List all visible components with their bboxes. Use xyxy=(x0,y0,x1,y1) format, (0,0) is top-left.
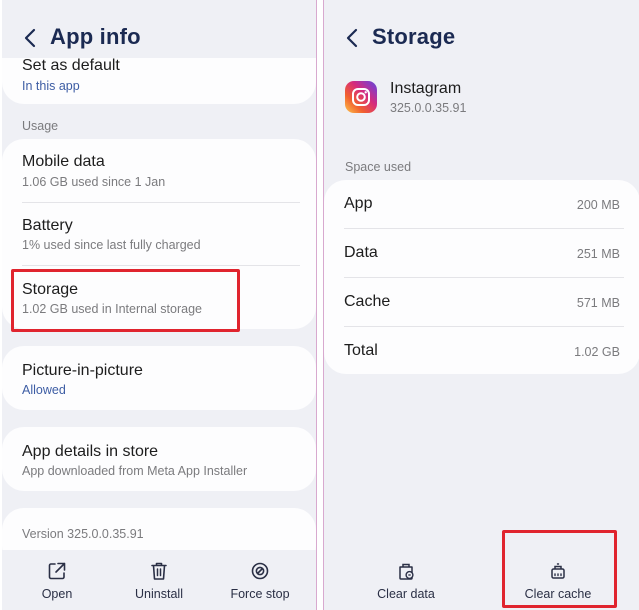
page-title-overlay: App info xyxy=(50,24,141,49)
pip-sub: Allowed xyxy=(22,383,66,397)
open-button[interactable]: Open xyxy=(17,560,97,601)
uninstall-label: Uninstall xyxy=(135,587,183,601)
clear-data-icon xyxy=(399,563,414,580)
storage-screen: Storage Instagram 325.0.0.35.91 Space us… xyxy=(323,0,639,610)
usage-section-label: Usage xyxy=(22,119,59,133)
app-size-row: App 200 MB xyxy=(324,180,639,228)
battery-title: Battery xyxy=(22,217,73,234)
app-info-screen: App info Set as default In this app App … xyxy=(2,0,317,610)
app-details-sub: App downloaded from Meta App Installer xyxy=(22,464,248,478)
clear-data-button[interactable]: Clear data xyxy=(366,560,446,601)
cache-size-label: Cache xyxy=(344,293,391,310)
space-used-card: App 200 MB Data 251 MB Cache 571 MB Tota… xyxy=(324,180,639,374)
force-stop-button[interactable]: Force stop xyxy=(220,560,300,601)
app-version: 325.0.0.35.91 xyxy=(390,101,467,115)
trash-icon xyxy=(151,562,167,580)
back-arrow-icon[interactable] xyxy=(342,26,364,50)
mobile-data-row[interactable]: Mobile data 1.06 GB used since 1 Jan xyxy=(2,139,316,202)
instagram-app-icon xyxy=(345,81,377,113)
set-default-sub: In this app xyxy=(22,79,80,93)
clear-cache-highlight-box xyxy=(502,530,617,608)
pip-title: Picture-in-picture xyxy=(22,362,143,379)
instagram-glyph-icon xyxy=(352,88,370,106)
pip-card[interactable]: Picture-in-picture Allowed xyxy=(2,346,316,410)
page-title: Storage xyxy=(372,24,456,49)
back-arrow-icon-overlay xyxy=(24,28,36,48)
storage-highlight-box xyxy=(11,269,240,332)
version-text: Version 325.0.0.35.91 xyxy=(22,527,144,541)
app-details-card[interactable]: App details in store App downloaded from… xyxy=(2,427,316,491)
total-size-value: 1.02 GB xyxy=(574,345,620,359)
stop-circle-icon xyxy=(251,562,269,580)
total-size-label: Total xyxy=(344,342,378,359)
app-size-label: App xyxy=(344,195,373,212)
app-details-title: App details in store xyxy=(22,443,159,460)
uninstall-button[interactable]: Uninstall xyxy=(119,560,199,601)
open-external-icon xyxy=(48,562,66,580)
battery-row[interactable]: Battery 1% used since last fully charged xyxy=(2,202,316,265)
set-default-title: Set as default xyxy=(22,57,120,74)
battery-sub: 1% used since last fully charged xyxy=(22,238,201,252)
total-size-row: Total 1.02 GB xyxy=(324,326,639,374)
cache-size-value: 571 MB xyxy=(576,296,620,310)
storage-header: Storage xyxy=(324,0,639,76)
mobile-data-title: Mobile data xyxy=(22,153,105,170)
cache-size-row: Cache 571 MB xyxy=(324,277,639,326)
force-stop-label: Force stop xyxy=(230,587,290,601)
clear-data-label: Clear data xyxy=(377,587,435,601)
space-used-label: Space used xyxy=(345,160,412,174)
app-name: Instagram xyxy=(390,80,462,97)
header-mask: App info xyxy=(2,0,316,58)
data-size-value: 251 MB xyxy=(576,247,620,261)
mobile-data-sub: 1.06 GB used since 1 Jan xyxy=(22,175,166,189)
open-label: Open xyxy=(41,587,73,601)
data-size-label: Data xyxy=(344,244,378,261)
data-size-row: Data 251 MB xyxy=(324,228,639,277)
app-size-value: 200 MB xyxy=(576,198,620,212)
